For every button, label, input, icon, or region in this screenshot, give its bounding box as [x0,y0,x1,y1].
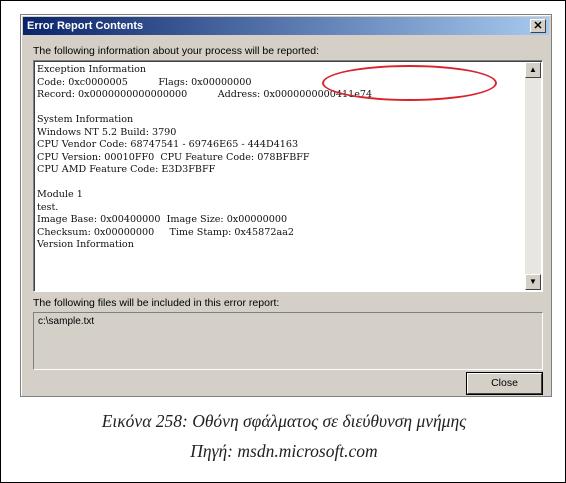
scroll-down-icon[interactable]: ▼ [525,274,541,290]
report-scrollbar[interactable]: ▲ ▼ [525,62,541,290]
close-button[interactable]: Close [466,372,543,395]
file-item: c:\sample.txt [38,316,95,327]
report-textbox[interactable]: Exception Information Code: 0xc0000005 F… [33,60,543,292]
address-highlight-circle [322,65,497,101]
error-report-dialog: Error Report Contents ✕ The following in… [20,14,552,397]
scroll-up-icon[interactable]: ▲ [525,62,541,78]
files-list-box[interactable]: c:\sample.txt [33,312,543,370]
figure-frame: Error Report Contents ✕ The following in… [0,0,566,483]
close-icon[interactable]: ✕ [530,19,546,33]
dialog-title: Error Report Contents [27,20,144,32]
process-info-label: The following information about your pro… [33,45,319,57]
figure-source: Πηγή: msdn.microsoft.com [190,441,378,461]
figure-caption: Εικόνα 258: Οθόνη σφάλματος σε διεύθυνση… [101,411,467,431]
close-button-label: Close [491,377,518,389]
files-label: The following files will be included in … [33,297,280,309]
title-bar: Error Report Contents ✕ [23,17,549,35]
